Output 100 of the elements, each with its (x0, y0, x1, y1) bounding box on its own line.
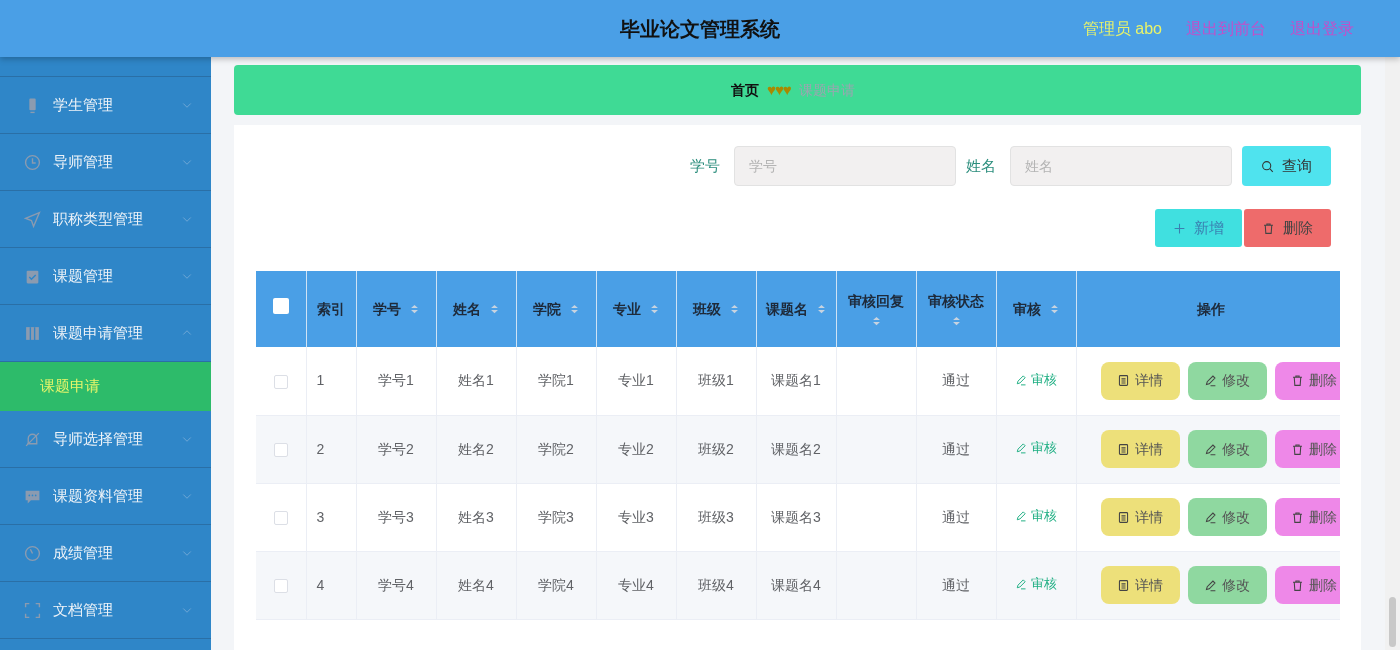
column-header: 操作 (1196, 299, 1225, 319)
detail-button[interactable]: 详情 (1100, 430, 1180, 468)
bell-off-icon (24, 430, 41, 448)
delete-button[interactable]: 删除 (1274, 430, 1340, 468)
review-link[interactable]: 审核 (1015, 574, 1057, 594)
table-cell: 学号1 (378, 372, 414, 389)
table-cell: 2 (316, 440, 325, 457)
table-cell: 通过 (942, 372, 970, 389)
review-link[interactable]: 审核 (1015, 369, 1057, 390)
document-icon (1117, 510, 1130, 524)
table-cell: 姓名2 (458, 440, 494, 457)
document-icon (1117, 374, 1130, 388)
sidebar-item[interactable]: 导师管理 (0, 134, 211, 191)
app-title: 毕业论文管理系统 (620, 18, 780, 40)
review-link[interactable]: 审核 (1015, 438, 1057, 458)
row-checkbox[interactable] (273, 578, 288, 593)
table-cell: 学院4 (538, 576, 574, 593)
scrollbar[interactable] (1385, 57, 1400, 650)
column-header: 索引 (317, 299, 345, 319)
detail-button[interactable]: 详情 (1100, 566, 1180, 604)
search-button[interactable]: 查询 (1242, 146, 1331, 186)
table-cell: 课题名3 (771, 508, 821, 525)
sidebar-item[interactable]: 成绩管理 (0, 525, 211, 582)
edit-button[interactable]: 修改 (1187, 361, 1267, 400)
table-cell: 3 (316, 508, 325, 525)
search-field[interactable]: 学号 (734, 146, 956, 186)
column-header[interactable]: 姓名 (452, 298, 481, 320)
plus-icon (1173, 221, 1186, 235)
sidebar-item[interactable]: 文档管理 (0, 582, 211, 639)
table-cell: 班级4 (698, 576, 734, 593)
breadcrumb-current: 课题申请 (798, 80, 855, 100)
table-cell: 通过 (942, 508, 970, 525)
pencil-icon (1015, 441, 1027, 454)
pencil-icon (1015, 577, 1027, 590)
table-cell: 4 (316, 576, 325, 593)
select-all-checkbox[interactable] (272, 298, 289, 314)
table-cell: 专业2 (618, 440, 654, 457)
trash-icon (1262, 221, 1275, 235)
pencil-icon (1204, 578, 1217, 592)
edit-button[interactable]: 修改 (1187, 430, 1267, 468)
table-cell: 通过 (942, 440, 970, 457)
table-cell: 学号4 (378, 576, 414, 593)
edit-button[interactable]: 修改 (1187, 566, 1267, 604)
user-name: 管理员 abo (1082, 18, 1162, 39)
table-cell: 课题名2 (771, 440, 821, 457)
field-label: 学号 (690, 155, 720, 176)
table-cell: 姓名4 (458, 576, 494, 593)
column-header[interactable]: 学院 (532, 298, 561, 320)
sidebar-item[interactable]: 课题管理 (0, 248, 211, 305)
trash-icon (1291, 442, 1304, 456)
breadcrumb-link[interactable]: 首页 (731, 79, 759, 101)
sidebar-item[interactable]: 课题资料管理 (0, 468, 211, 525)
table-cell: 姓名1 (458, 372, 494, 389)
table-cell: 班级1 (698, 372, 734, 389)
sidebar-item[interactable]: 导师选择管理 (0, 411, 211, 468)
review-link[interactable]: 审核 (1015, 506, 1057, 526)
delete-button[interactable]: 删除 (1274, 498, 1340, 536)
breadcrumb-separator: ♥♥♥ (767, 79, 791, 100)
table-cell: 学号2 (378, 440, 414, 457)
table-cell: 班级3 (698, 508, 734, 525)
table-cell: 通过 (942, 576, 970, 593)
sidebar-subitem[interactable]: 课题申请 (0, 362, 211, 411)
sidebar-item[interactable]: 学生管理 (0, 77, 211, 134)
delete-button[interactable]: 删除 (1274, 361, 1340, 400)
trash-icon (1291, 374, 1304, 388)
row-checkbox[interactable] (273, 510, 288, 525)
detail-button[interactable]: 详情 (1100, 498, 1180, 536)
table-cell: 专业4 (618, 576, 654, 593)
pencil-icon (1015, 373, 1027, 386)
delete-button[interactable]: 删除 (1274, 566, 1340, 604)
detail-button[interactable]: 详情 (1100, 361, 1180, 400)
search-field[interactable]: 姓名 (1010, 146, 1232, 186)
table-cell: 专业1 (618, 372, 654, 389)
clock-icon (24, 153, 41, 171)
trash-icon (1291, 578, 1304, 592)
column-header[interactable]: 审核 (1012, 298, 1041, 320)
add-button[interactable]: 新增 (1155, 209, 1242, 247)
table-cell: 学院1 (538, 372, 574, 389)
column-header[interactable]: 学号 (372, 298, 401, 320)
table-cell: 1 (316, 372, 325, 389)
send-icon (24, 210, 41, 228)
sidebar-item[interactable]: 职称类型管理 (0, 191, 211, 248)
search-icon (1261, 159, 1274, 173)
delete-button[interactable]: 删除 (1244, 209, 1331, 247)
edit-button[interactable]: 修改 (1187, 498, 1267, 536)
table-cell: 课题名4 (771, 576, 821, 593)
table-cell: 班级2 (698, 440, 734, 457)
gauge-icon (24, 544, 41, 562)
pencil-icon (1015, 509, 1027, 522)
field-label: 姓名 (966, 155, 996, 176)
row-checkbox[interactable] (273, 442, 288, 457)
column-header[interactable]: 班级 (692, 298, 721, 320)
column-header[interactable]: 专业 (612, 298, 641, 320)
table-cell: 学院2 (538, 440, 574, 457)
table-cell: 姓名3 (458, 508, 494, 525)
row-checkbox[interactable] (273, 374, 288, 389)
pencil-icon (1204, 510, 1217, 524)
document-icon (1117, 442, 1130, 456)
column-header[interactable]: 课题名 (765, 298, 808, 320)
table-cell: 课题名1 (771, 372, 821, 389)
